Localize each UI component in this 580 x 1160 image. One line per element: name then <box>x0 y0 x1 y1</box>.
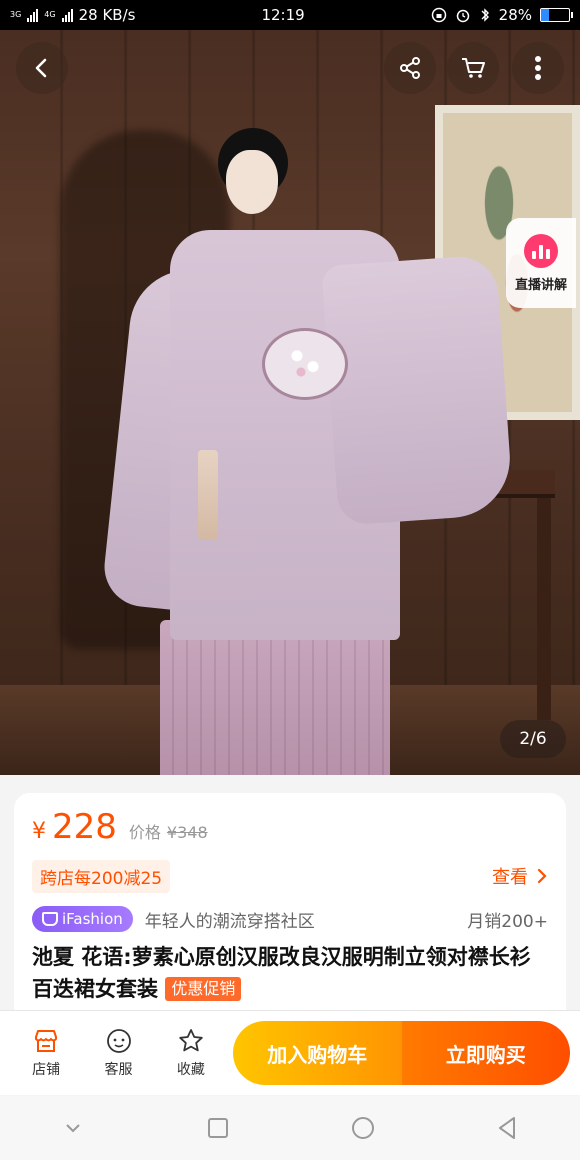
network-3g-label: 3G <box>10 10 22 19</box>
buy-now-button[interactable]: 立即购买 <box>401 1021 570 1085</box>
cart-button[interactable] <box>447 42 499 94</box>
currency-symbol: ¥ <box>32 819 46 844</box>
ifashion-badge[interactable]: iFashion <box>32 906 133 932</box>
service-button[interactable]: 客服 <box>82 1027 154 1079</box>
purchase-buttons: 加入购物车 立即购买 <box>233 1021 570 1085</box>
alarm-icon <box>456 9 469 23</box>
image-page-indicator: 2/6 <box>500 720 566 758</box>
model-fan <box>262 328 348 400</box>
nav-back-icon[interactable] <box>493 1113 523 1143</box>
model-right-sleeve <box>321 254 514 526</box>
live-stream-entry[interactable]: 直播讲解 <box>506 218 576 308</box>
share-button[interactable] <box>384 42 436 94</box>
more-icon <box>535 56 541 80</box>
bottom-action-bar: 店铺 客服 收藏 加入购物车 立即购买 <box>0 1010 580 1095</box>
nav-home-icon[interactable] <box>348 1113 378 1143</box>
battery-icon <box>540 8 573 22</box>
model-tassel <box>198 450 218 540</box>
store-label: 店铺 <box>32 1062 61 1078</box>
community-label: 年轻人的潮流穿搭社区 <box>144 911 315 932</box>
live-icon <box>524 233 558 268</box>
promo-row[interactable]: 跨店每200减25 查看 <box>32 857 548 895</box>
store-icon <box>35 1030 58 1052</box>
ifashion-label: iFashion <box>62 910 123 928</box>
favorite-label: 收藏 <box>176 1062 205 1078</box>
store-button[interactable]: 店铺 <box>10 1027 82 1079</box>
promo-tag: 跨店每200减25 <box>32 859 171 893</box>
product-image[interactable] <box>0 30 580 775</box>
signal-icon <box>27 8 39 22</box>
current-price: 228 <box>52 807 117 847</box>
product-title-text: 池夏 花语:萝素心原创汉服改良汉服明制立领对襟长衫百迭裙女套装 <box>32 945 531 1001</box>
product-info-card: ¥ 228 价格 ¥348 跨店每200减25 查看 iFashion 年轻人的… <box>14 793 566 1023</box>
cart-icon <box>462 58 485 78</box>
service-icon <box>106 1029 131 1053</box>
original-price: ¥348 <box>166 823 208 842</box>
live-label: 直播讲解 <box>514 277 567 293</box>
network-4g-label: 4G <box>44 10 56 19</box>
bluetooth-icon <box>481 8 489 22</box>
original-price-label: 价格 <box>128 823 161 842</box>
chevron-right-icon <box>537 868 547 884</box>
model-face <box>226 150 278 214</box>
discount-badge: 优惠促销 <box>165 977 242 1001</box>
brand-row: iFashion 年轻人的潮流穿搭社区 月销200+ <box>32 901 548 937</box>
system-nav-bar <box>0 1096 580 1160</box>
product-title: 池夏 花语:萝素心原创汉服改良汉服明制立领对襟长衫百迭裙女套装 优惠促销 <box>32 941 548 1005</box>
price-row: ¥ 228 价格 ¥348 <box>32 807 548 853</box>
model-skirt <box>160 620 390 775</box>
nav-collapse-icon[interactable] <box>58 1113 88 1143</box>
promo-view-label: 查看 <box>492 867 528 888</box>
service-label: 客服 <box>104 1062 133 1078</box>
add-to-cart-button[interactable]: 加入购物车 <box>233 1021 402 1085</box>
more-button[interactable] <box>512 42 564 94</box>
monthly-sales: 月销200+ <box>467 911 548 932</box>
favorite-button[interactable]: 收藏 <box>155 1027 227 1079</box>
battery-percent: 28% <box>498 6 532 24</box>
nav-recent-icon[interactable] <box>203 1113 233 1143</box>
ifashion-logo-icon <box>42 912 58 926</box>
back-button[interactable] <box>16 42 68 94</box>
network-speed: 28 KB/s <box>78 6 136 24</box>
status-bar: 3G 4G 28 KB/s 12:19 28% <box>0 0 580 30</box>
signal-icon-2 <box>61 8 73 22</box>
back-icon <box>35 58 47 78</box>
promo-view-link[interactable]: 查看 <box>492 863 548 889</box>
battery-fill <box>541 9 549 21</box>
clock: 12:19 <box>261 6 305 24</box>
share-icon <box>400 57 420 79</box>
star-icon <box>179 1029 203 1052</box>
lock-rotation-icon <box>431 7 446 23</box>
